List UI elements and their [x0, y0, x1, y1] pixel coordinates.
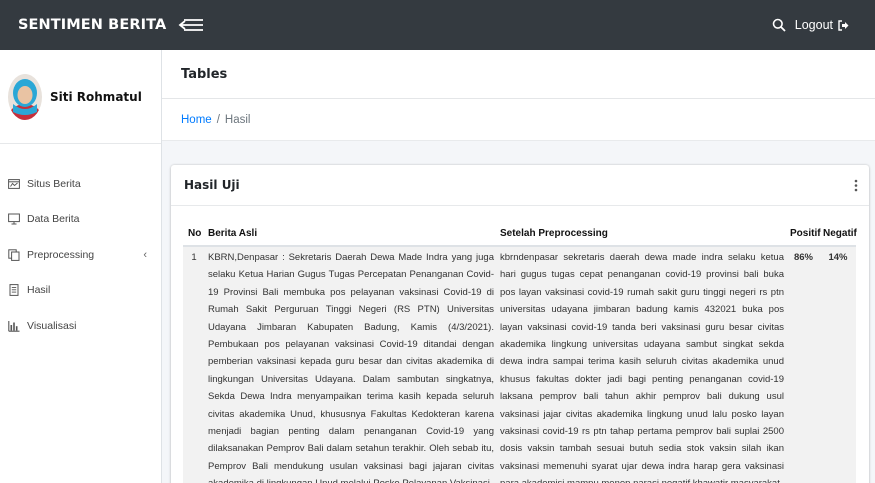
user-name[interactable]: Siti Rohmatul [50, 90, 142, 104]
sidebar-item-label: Preprocessing [27, 248, 95, 261]
breadcrumb: Home / Hasil [162, 99, 875, 141]
sidebar-item-visualisasi[interactable]: Visualisasi [0, 308, 161, 344]
top-navbar: SENTIMEN BERITA Logout [0, 0, 875, 50]
table-header-row: No Berita Asli Setelah Preprocessing Pos… [183, 221, 857, 247]
breadcrumb-home-link[interactable]: Home [181, 114, 212, 126]
cell-setelah-preprocessing: kbrndenpasar sekretaris daerah dewa made… [497, 246, 787, 483]
column-header-positif[interactable]: Positif [787, 221, 821, 247]
sidebar-toggle-icon[interactable] [178, 17, 204, 33]
content-header: Tables [162, 50, 875, 99]
sidebar: Siti Rohmatul Situs Berita Data Berita P… [0, 50, 162, 483]
sidebar-item-preprocessing[interactable]: Preprocessing ‹ [0, 237, 161, 273]
sidebar-nav: Situs Berita Data Berita Preprocessing ‹ [0, 144, 161, 344]
copy-icon [8, 249, 20, 261]
table-row: 1 KBRN,Denpasar : Sekretaris Daerah Dewa… [183, 246, 856, 483]
document-icon [9, 284, 19, 297]
results-table: No Berita Asli Setelah Preprocessing Pos… [183, 221, 857, 483]
column-header-negatif[interactable]: Negatif [820, 221, 857, 247]
sidebar-item-label: Hasil [27, 284, 51, 297]
user-panel: Siti Rohmatul [0, 50, 161, 144]
search-icon[interactable] [772, 18, 786, 32]
chevron-left-icon[interactable]: ‹ [143, 249, 147, 261]
card-title: Hasil Uji [184, 178, 240, 192]
logout-button[interactable]: Logout [795, 18, 849, 32]
column-header-berita-asli[interactable]: Berita Asli [205, 221, 497, 247]
cell-negatif: 14% [820, 246, 856, 483]
brand-title[interactable]: SENTIMEN BERITA [0, 17, 166, 33]
sidebar-item-situs-berita[interactable]: Situs Berita [0, 166, 161, 202]
breadcrumb-current: Hasil [224, 113, 251, 126]
bar-chart-icon [8, 320, 20, 332]
sidebar-item-label: Situs Berita [27, 177, 81, 190]
breadcrumb-separator: / [216, 113, 220, 126]
hasil-uji-card: Hasil Uji No Berita Asli Setelah Preproc… [171, 165, 869, 483]
cell-berita-asli: KBRN,Denpasar : Sekretaris Daerah Dewa M… [205, 246, 497, 483]
column-header-no[interactable]: No [183, 221, 205, 247]
sign-out-icon [838, 19, 849, 31]
logout-label: Logout [794, 18, 833, 32]
avatar [8, 73, 42, 120]
card-header: Hasil Uji [171, 165, 869, 206]
sidebar-item-hasil[interactable]: Hasil [0, 273, 161, 309]
page-title: Tables [181, 66, 228, 82]
navbar-right: Logout [772, 18, 875, 32]
cell-positif: 86% [787, 246, 820, 483]
cell-no: 1 [183, 246, 205, 483]
globe-window-icon [8, 178, 20, 189]
monitor-icon [8, 213, 20, 225]
sidebar-item-data-berita[interactable]: Data Berita [0, 202, 161, 238]
sidebar-item-label: Visualisasi [27, 319, 77, 332]
kebab-menu-icon[interactable] [854, 179, 858, 192]
column-header-setelah-preprocessing[interactable]: Setelah Preprocessing [497, 221, 787, 247]
sidebar-item-label: Data Berita [27, 213, 80, 226]
